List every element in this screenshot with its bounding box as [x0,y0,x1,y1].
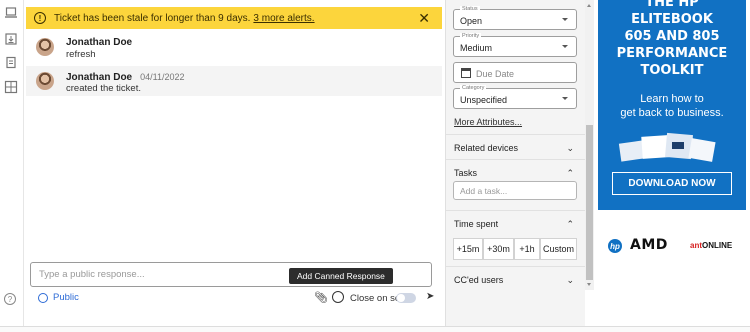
message-item: Jonathan Doe 04/11/2022 created the ticke… [26,66,442,96]
brochure-image [618,132,716,162]
time-spent-title: Time spent [454,219,499,229]
app-root: ! Ticket has been stale for longer than … [0,0,750,332]
ccd-users-title: CC'ed users [454,275,504,285]
ad-subtext: Learn how to get back to business. [620,93,724,119]
calendar-icon [461,68,471,78]
scroll-up-icon[interactable] [587,4,591,7]
scroll-down-icon[interactable] [587,283,591,286]
banner-text: Ticket has been stale for longer than 9 … [54,12,251,24]
avatar [36,38,54,56]
due-date-placeholder: Due Date [476,69,515,79]
message-item: Jonathan Doe refresh [26,30,442,64]
globe-icon [38,292,48,303]
composer-toolbar: Public 📎︎ Close on send ➤ [30,290,440,306]
category-select[interactable]: Category Unspecified [453,85,577,109]
device-icon[interactable] [4,56,18,70]
message-author: Jonathan Doe [66,37,133,48]
visibility-label: Public [53,292,79,303]
priority-value: Medium [460,43,493,53]
attachment-icon[interactable]: 📎︎ [314,291,328,304]
add-30m-button[interactable]: +30m [483,238,514,260]
close-on-send-toggle[interactable] [396,293,416,303]
category-value: Unspecified [460,95,508,105]
message-date: 04/11/2022 [140,72,185,82]
add-1h-button[interactable]: +1h [514,238,540,260]
chevron-up-icon[interactable]: ⌃ [566,219,574,230]
more-alerts-link[interactable]: 3 more alerts. [253,13,314,24]
add-15m-button[interactable]: +15m [453,238,483,260]
chevron-down-icon: ⌄ [566,143,574,153]
warning-icon: ! [34,12,46,24]
status-value: Open [460,16,483,26]
hp-logo: hp [608,239,622,253]
advertisement-banner[interactable]: THE HP ELITEBOOK 605 AND 805 PERFORMANCE… [598,0,746,210]
dashboard-icon[interactable] [4,80,18,94]
due-date-field[interactable]: Due Date [453,62,577,83]
antonline-logo: antONLINE [690,241,733,250]
bottom-divider [0,326,750,332]
status-label: Status [460,6,480,12]
left-rail [0,0,24,332]
chevron-up-icon[interactable]: ⌃ [566,168,574,179]
sponsor-logos: hp AMD antONLINE [598,236,746,258]
ad-headline: THE HP ELITEBOOK 605 AND 805 PERFORMANCE… [616,0,728,78]
related-devices-section[interactable]: Related devices ⌄ [446,134,586,159]
amd-logo: AMD [630,237,668,253]
more-attributes-link[interactable]: More Attributes... [454,117,522,127]
category-label: Category [460,85,487,91]
ccd-users-section[interactable]: CC'ed users ⌄ [446,266,586,291]
send-icon[interactable]: ➤ [426,291,434,302]
message-author: Jonathan Doe 04/11/2022 [66,72,185,83]
priority-label: Priority [460,33,482,39]
panel-scrollbar[interactable] [585,0,594,290]
download-icon[interactable] [4,32,18,46]
related-devices-title: Related devices [454,143,519,153]
avatar [36,72,54,90]
stale-alert-banner: ! Ticket has been stale for longer than … [26,7,442,29]
close-icon[interactable]: ✕ [418,10,430,27]
tasks-title: Tasks [454,168,478,178]
priority-select[interactable]: Priority Medium [453,33,577,57]
chevron-down-icon [562,18,568,21]
download-now-button[interactable]: DOWNLOAD NOW [612,172,732,195]
message-body: refresh [66,49,96,60]
add-task-input[interactable]: Add a task... [453,181,577,200]
help-icon[interactable]: ? [4,293,16,305]
canned-response-icon[interactable] [332,291,344,303]
canned-response-tooltip: Add Canned Response [289,268,393,284]
custom-time-button[interactable]: Custom [540,238,577,260]
chevron-down-icon [562,45,568,48]
scrollbar-thumb[interactable] [586,125,593,280]
chevron-down-icon [562,97,568,100]
chevron-down-icon: ⌄ [566,275,574,285]
visibility-selector[interactable]: Public [38,292,79,303]
status-select[interactable]: Status Open [453,6,577,30]
message-body: created the ticket. [66,83,141,94]
laptop-icon[interactable] [4,6,18,20]
conversation-area: ! Ticket has been stale for longer than … [4,0,444,332]
ticket-side-panel: Status Open Priority Medium Due Date Cat… [445,0,586,332]
